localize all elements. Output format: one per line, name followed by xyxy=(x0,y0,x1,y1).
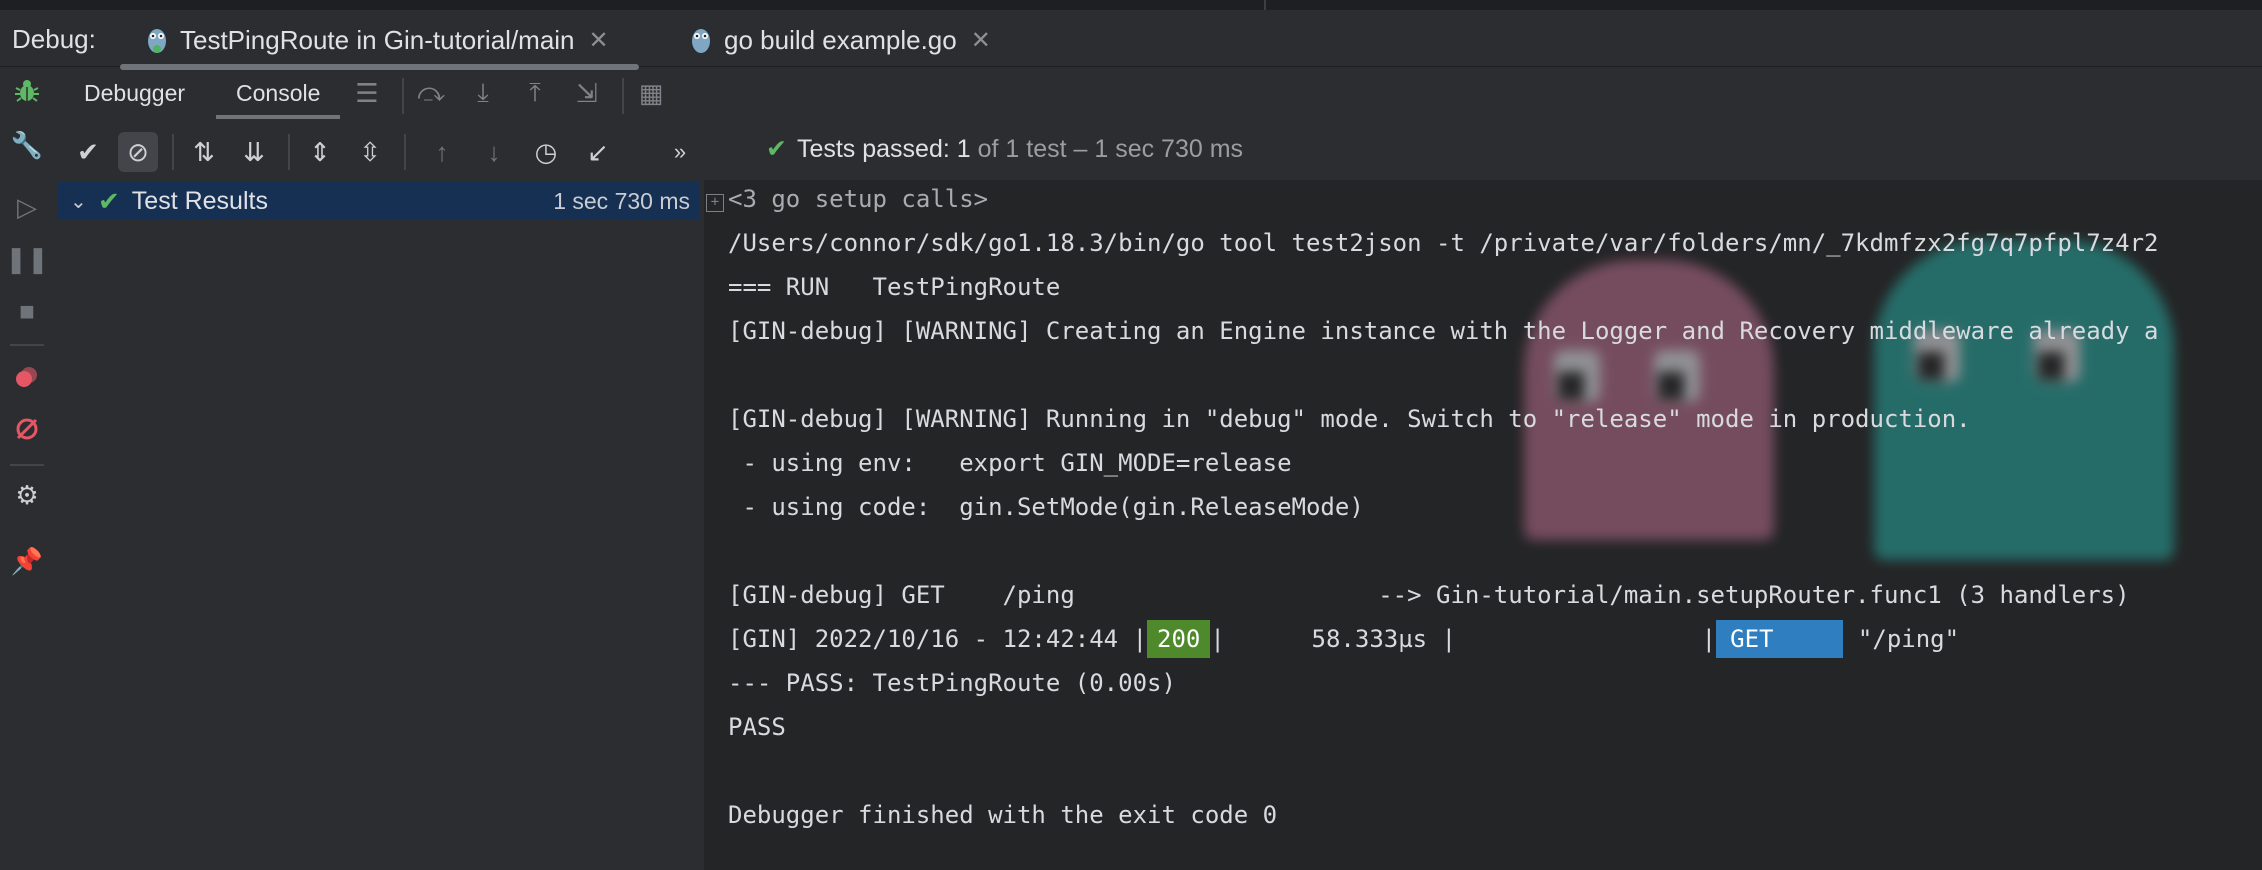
log-path: "/ping" xyxy=(1843,625,1960,653)
toolbar-divider xyxy=(402,78,404,114)
strip-divider xyxy=(10,344,44,346)
status-count: 1 xyxy=(956,135,971,163)
show-passed-icon[interactable]: ✔ xyxy=(68,132,108,172)
step-into-icon[interactable]: ⤓ xyxy=(468,77,498,108)
check-icon: ✔ xyxy=(766,135,787,163)
close-icon[interactable]: ✕ xyxy=(971,26,991,55)
debugger-toolbar: Debugger Console ☰ ⤼ ⤓ ⤒ ⇲ ▦ xyxy=(56,68,2262,122)
sort-by-duration-icon[interactable]: ⇊ xyxy=(234,132,274,172)
debug-label: Debug: xyxy=(12,24,96,54)
gopher-icon xyxy=(690,25,712,55)
tab-testpingroute[interactable]: TestPingRoute in Gin-tutorial/main ✕ xyxy=(120,18,639,70)
test-results-tree: ⌄ ✔ Test Results 1 sec 730 ms xyxy=(56,180,704,870)
console-line: [GIN-debug] [WARNING] Running in "debug"… xyxy=(728,405,1971,433)
stop-icon[interactable]: ■ xyxy=(12,296,42,326)
show-ignored-icon[interactable]: ⊘ xyxy=(118,132,158,172)
mute-breakpoints-icon[interactable] xyxy=(12,414,42,444)
wrench-icon[interactable]: 🔧 xyxy=(11,130,43,160)
more-icon[interactable]: » xyxy=(660,132,700,172)
previous-failed-icon[interactable]: ↑ xyxy=(422,132,462,172)
sort-alphabetically-icon[interactable]: ⇅ xyxy=(184,132,224,172)
status-prefix: Tests passed: xyxy=(796,135,950,163)
check-icon: ✔ xyxy=(98,185,120,216)
toolbar-divider xyxy=(404,134,406,170)
log-latency: | 58.333µs | | xyxy=(1210,625,1717,653)
debug-tab-bar: Debug: TestPingRoute in Gin-tutorial/mai… xyxy=(0,10,2262,70)
toolbar-divider xyxy=(622,78,624,114)
console-line: PASS xyxy=(728,713,786,741)
bug-icon[interactable] xyxy=(12,76,42,106)
view-breakpoints-icon[interactable] xyxy=(12,362,42,392)
console-line: === RUN TestPingRoute xyxy=(728,273,1061,301)
table-icon[interactable]: ▦ xyxy=(636,78,666,108)
tab-go-build[interactable]: go build example.go ✕ xyxy=(690,18,991,62)
top-strip-divider xyxy=(1264,0,1266,10)
expand-all-icon[interactable]: ⇕ xyxy=(300,132,340,172)
tree-row-test-results[interactable]: ⌄ ✔ Test Results 1 sec 730 ms xyxy=(58,182,700,220)
step-out-icon[interactable]: ⤒ xyxy=(520,77,550,108)
settings-icon[interactable]: ⚙ xyxy=(12,480,42,510)
console-output[interactable]: + <3 go setup calls> /Users/connor/sdk/g… xyxy=(704,180,2262,870)
console-line: Debugger finished with the exit code 0 xyxy=(728,801,1278,829)
ghost-background-pink xyxy=(1524,260,1774,540)
tab-console[interactable]: Console xyxy=(215,80,341,119)
pin-icon[interactable]: 📌 xyxy=(11,546,43,576)
console-line: [GIN-debug] GET /ping --> Gin-tutorial/m… xyxy=(728,581,2130,609)
step-over-icon[interactable]: ⤼ xyxy=(416,77,446,108)
top-strip xyxy=(0,0,2262,10)
tree-item-label: Test Results xyxy=(131,186,268,215)
pause-icon[interactable]: ❚❚ xyxy=(5,244,49,274)
import-tests-icon[interactable]: ↙ xyxy=(578,132,618,172)
menu-icon[interactable]: ☰ xyxy=(352,78,382,108)
next-failed-icon[interactable]: ↓ xyxy=(474,132,514,172)
log-prefix: [GIN] 2022/10/16 - 12:42:44 | xyxy=(728,625,1148,653)
tab-label: go build example.go xyxy=(724,24,957,55)
console-setup-calls[interactable]: <3 go setup calls> xyxy=(728,184,988,214)
tab-debugger[interactable]: Debugger xyxy=(84,80,185,107)
test-runner-toolbar: ✔ ⊘ ⇅ ⇊ ⇕ ⇳ ↑ ↓ ◷ ↙ » ✔ Tests passed: 1 o… xyxy=(56,124,2262,180)
run-to-cursor-icon[interactable]: ⇲ xyxy=(572,78,602,108)
status-suffix: of 1 test – 1 sec 730 ms xyxy=(977,135,1244,163)
chevron-down-icon[interactable]: ⌄ xyxy=(70,189,90,214)
console-line: - using code: gin.SetMode(gin.ReleaseMod… xyxy=(728,493,1364,521)
tree-item-duration: 1 sec 730 ms xyxy=(553,187,690,214)
console-line: --- PASS: TestPingRoute (0.00s) xyxy=(728,669,1176,697)
gopher-icon xyxy=(146,25,168,55)
ghost-background-cyan xyxy=(1874,240,2174,560)
http-method-badge: GET xyxy=(1716,620,1844,658)
toolbar-divider xyxy=(172,134,174,170)
close-icon[interactable]: ✕ xyxy=(589,26,609,55)
strip-divider xyxy=(10,464,44,466)
console-line: /Users/connor/sdk/go1.18.3/bin/go tool t… xyxy=(728,229,2159,257)
tests-status: ✔ Tests passed: 1 of 1 test – 1 sec 730 m… xyxy=(766,134,1243,164)
console-line: - using env: export GIN_MODE=release xyxy=(728,449,1292,477)
collapse-all-icon[interactable]: ⇳ xyxy=(350,132,390,172)
debug-action-strip: 🔧 ▷ ❚❚ ■ ⚙ 📌 xyxy=(0,68,54,870)
console-gin-log-line: [GIN] 2022/10/16 - 12:42:44 | 200 | 58.333… xyxy=(728,620,1959,658)
status-code-badge: 200 xyxy=(1147,620,1211,658)
test-history-icon[interactable]: ◷ xyxy=(526,132,566,172)
console-line: [GIN-debug] [WARNING] Creating an Engine… xyxy=(728,317,2159,345)
toolbar-divider xyxy=(288,134,290,170)
expand-icon[interactable]: + xyxy=(706,194,724,212)
tab-label: TestPingRoute in Gin-tutorial/main xyxy=(180,24,575,55)
resume-icon[interactable]: ▷ xyxy=(12,192,42,222)
